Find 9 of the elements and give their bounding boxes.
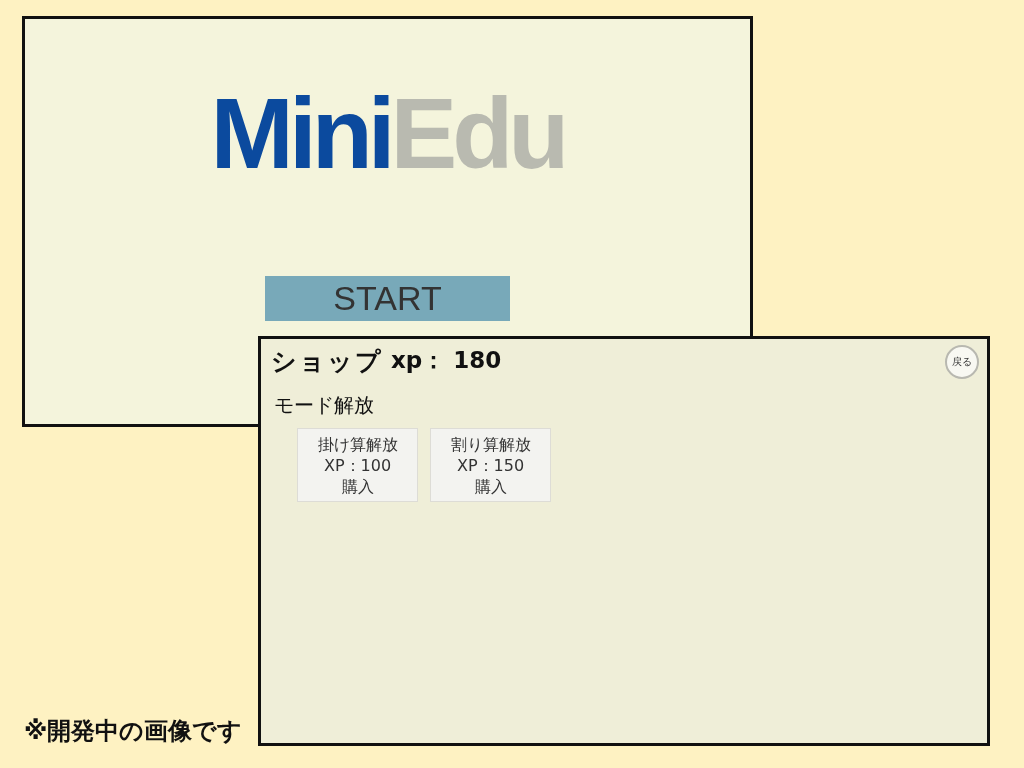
section-title: モード解放: [273, 393, 374, 417]
caption-text: ※開発中の画像です: [24, 716, 243, 747]
xp-counter: xp： 180: [391, 346, 502, 375]
unlock-item-button[interactable]: 掛け算解放 XP：100 購入: [297, 428, 418, 502]
shop-title: ショップ: [271, 346, 383, 378]
unlock-item-button[interactable]: 割り算解放 XP：150 購入: [430, 428, 551, 502]
start-button[interactable]: START: [265, 276, 510, 321]
back-button[interactable]: 戻る: [945, 345, 979, 379]
logo-text: MiniEdu: [210, 83, 565, 183]
